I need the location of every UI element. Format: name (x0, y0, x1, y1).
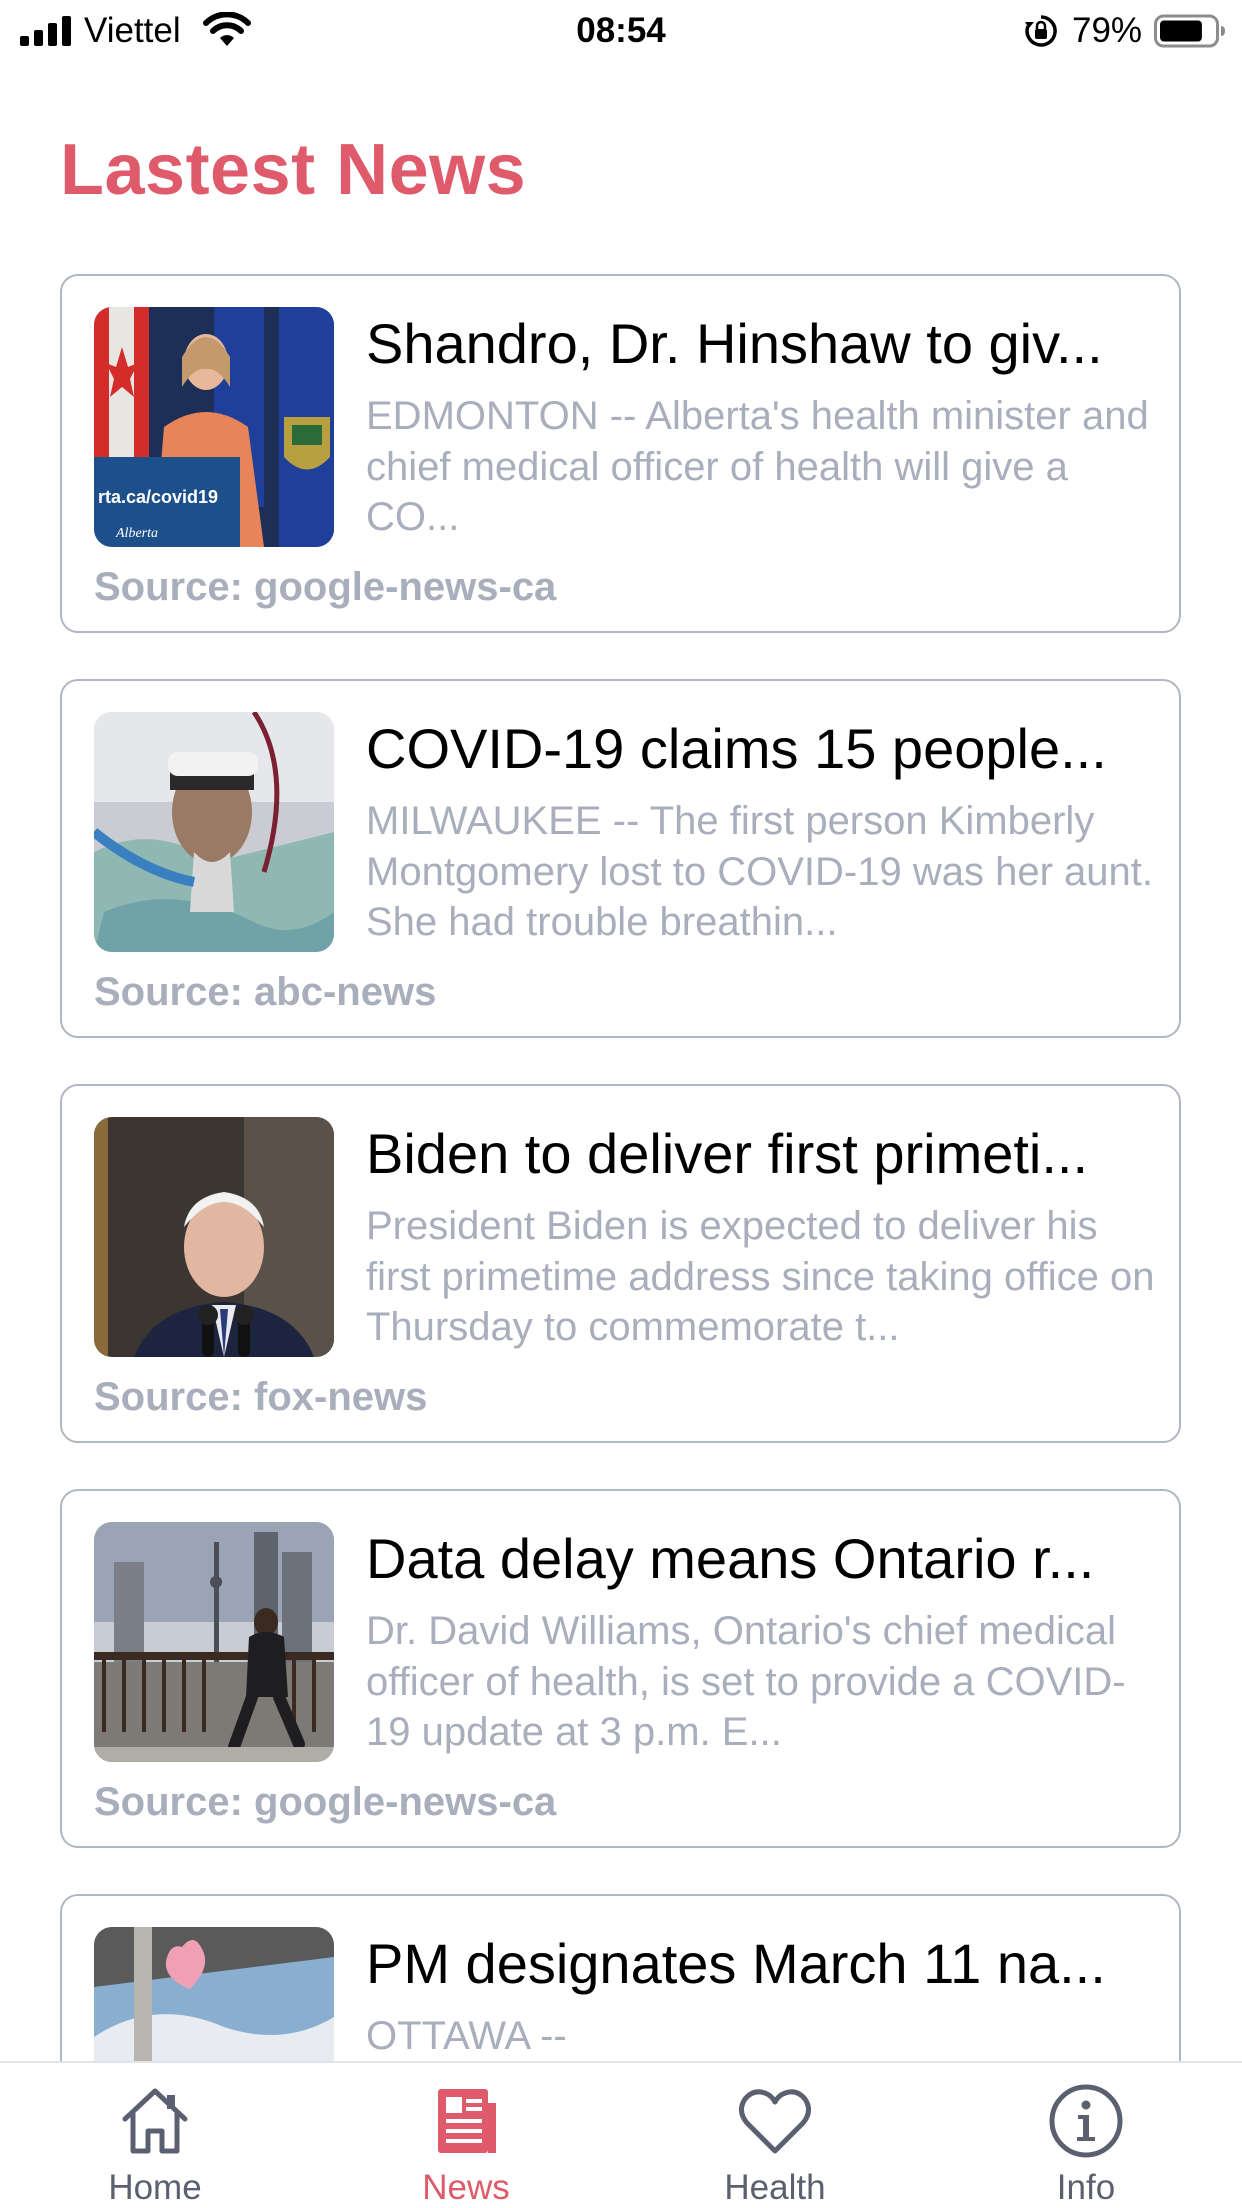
news-source: Source: abc-news (94, 970, 437, 1014)
news-source: Source: fox-news (94, 1375, 428, 1419)
rotation-lock-icon (1025, 15, 1057, 47)
news-card[interactable]: COVID-19 claims 15 people... MILWAUKEE -… (60, 679, 1181, 1038)
tab-info-label: Info (1056, 2168, 1116, 2207)
heart-icon (739, 2089, 811, 2154)
battery-percentage: 79% (1072, 11, 1143, 50)
tab-news-label: News (422, 2168, 510, 2207)
status-bar: Viettel 08:54 79% (0, 0, 1242, 62)
tab-home-label: Home (108, 2168, 202, 2207)
battery-icon (1154, 14, 1225, 48)
svg-text:Alberta: Alberta (115, 526, 158, 541)
tab-bar: Home News Health Info (0, 2061, 1242, 2208)
home-icon (122, 2088, 188, 2154)
news-headline: Data delay means Ontario r... (366, 1527, 1095, 1590)
news-thumbnail (94, 1117, 334, 1357)
news-headline: COVID-19 claims 15 people... (366, 717, 1107, 780)
tab-home[interactable]: Home (65, 2081, 245, 2207)
news-headline: Biden to deliver first primeti... (366, 1122, 1089, 1185)
news-thumbnail: rta.ca/covid19 Alberta (94, 307, 334, 547)
news-summary: Dr. David Williams, Ontario's chief medi… (366, 1609, 1126, 1754)
news-summary: EDMONTON -- Alberta's health minister an… (366, 394, 1149, 539)
svg-text:rta.ca/covid19: rta.ca/covid19 (98, 487, 218, 507)
news-summary: President Biden is expected to deliver h… (366, 1204, 1155, 1349)
news-headline: PM designates March 11 na... (366, 1932, 1106, 1995)
news-source: Source: google-news-ca (94, 1780, 557, 1824)
tab-health[interactable]: Health (685, 2081, 865, 2207)
news-list: rta.ca/covid19 Alberta Shandro, Dr. Hins… (60, 274, 1182, 2208)
tab-info[interactable]: Info (996, 2081, 1176, 2207)
tab-news[interactable]: News (376, 2081, 556, 2207)
news-summary: MILWAUKEE -- The first person Kimberly M… (366, 799, 1153, 944)
info-icon (1049, 2084, 1123, 2158)
news-card[interactable]: Biden to deliver first primeti... Presid… (60, 1084, 1181, 1443)
tab-health-label: Health (724, 2168, 826, 2207)
news-card[interactable]: rta.ca/covid19 Alberta Shandro, Dr. Hins… (60, 274, 1181, 633)
news-thumbnail (94, 1522, 334, 1762)
news-icon (438, 2089, 496, 2153)
news-source: Source: google-news-ca (94, 565, 557, 609)
news-thumbnail (94, 712, 334, 952)
news-headline: Shandro, Dr. Hinshaw to giv... (366, 312, 1103, 375)
news-card[interactable]: Data delay means Ontario r... Dr. David … (60, 1489, 1181, 1848)
page-title: Lastest News (60, 130, 527, 210)
news-summary: OTTAWA -- (366, 2014, 567, 2058)
